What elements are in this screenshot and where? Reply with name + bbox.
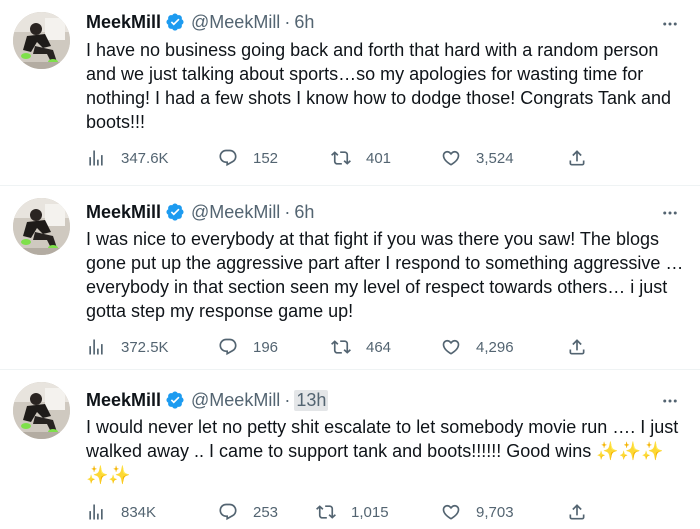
tweet-actions: 372.5K 196 464 4,296 [86,335,606,359]
more-button[interactable] [660,391,680,411]
share-upload-icon [569,150,585,166]
heart-icon [442,339,460,355]
share-button[interactable] [567,335,587,359]
more-dots-icon [663,211,677,215]
like-button[interactable]: 4,296 [441,335,514,359]
timestamp[interactable]: 13h [294,389,329,411]
like-button[interactable]: 3,524 [441,146,514,170]
tweet-text: I was nice to everybody at that fight if… [86,229,689,321]
more-dots-icon [663,22,677,26]
display-name[interactable]: MeekMill [86,12,161,33]
tweet-header: MeekMill @MeekMill · 6h [86,200,314,224]
tweet-text: I have no business going back and forth … [86,40,677,132]
reply-count: 196 [253,338,279,356]
heart-icon [442,504,460,520]
reply-button[interactable]: 196 [218,335,278,359]
speech-bubble-icon [219,149,237,167]
like-button[interactable]: 9,703 [441,500,514,524]
share-upload-icon [569,504,585,520]
retweet-count: 1,015 [351,503,389,521]
verified-badge-icon [166,391,184,409]
heart-icon [442,150,460,166]
tweet-text: I would never let no petty shit escalate… [86,417,684,485]
retweet-count: 464 [366,338,392,356]
views-button[interactable]: 347.6K [86,146,169,170]
separator-dot: · [284,389,291,410]
verified-badge-icon [166,13,184,31]
tweet-header: MeekMill @MeekMill · 13h [86,388,329,412]
avatar[interactable] [13,12,70,69]
reply-button[interactable]: 253 [218,500,278,524]
tweet-actions: 347.6K 152 401 3,524 [86,146,606,170]
user-handle[interactable]: @MeekMill [191,12,280,33]
bar-chart-icon [89,150,103,166]
retweet-arrows-icon [331,340,351,354]
share-button[interactable] [567,500,587,524]
user-handle[interactable]: @MeekMill [191,390,280,411]
share-upload-icon [569,339,585,355]
user-handle[interactable]: @MeekMill [191,202,280,223]
timestamp[interactable]: 6h [294,202,314,223]
views-count: 347.6K [121,149,169,167]
like-count: 3,524 [476,149,514,167]
retweet-arrows-icon [331,151,351,165]
views-count: 372.5K [121,338,169,356]
speech-bubble-icon [219,338,237,356]
separator-dot: · [284,201,291,222]
retweet-count: 401 [366,149,392,167]
tweet[interactable]: MeekMill @MeekMill · 6h I have no busine… [0,0,700,185]
timestamp[interactable]: 6h [294,12,314,33]
share-button[interactable] [567,146,587,170]
avatar[interactable] [13,198,70,255]
retweet-button[interactable]: 464 [331,335,391,359]
reply-count: 152 [253,149,279,167]
retweet-arrows-icon [316,505,336,519]
like-count: 9,703 [476,503,514,521]
display-name[interactable]: MeekMill [86,202,161,223]
display-name[interactable]: MeekMill [86,390,161,411]
avatar-photo [13,382,70,439]
tweet-actions: 834K 253 1,015 9,703 [86,500,606,524]
verified-badge-icon [166,203,184,221]
bar-chart-icon [89,339,103,355]
tweet-header: MeekMill @MeekMill · 6h [86,10,314,34]
views-button[interactable]: 834K [86,500,156,524]
tweet[interactable]: MeekMill @MeekMill · 6h I was nice to ev… [0,186,700,369]
views-count: 834K [121,503,157,521]
like-count: 4,296 [476,338,514,356]
avatar[interactable] [13,382,70,439]
retweet-button[interactable]: 401 [331,146,391,170]
more-dots-icon [663,399,677,403]
more-button[interactable] [660,203,680,223]
reply-button[interactable]: 152 [218,146,278,170]
retweet-button[interactable]: 1,015 [316,500,389,524]
reply-count: 253 [253,503,279,521]
avatar-photo [13,198,70,255]
tweet[interactable]: MeekMill @MeekMill · 13h I would never l… [0,370,700,529]
speech-bubble-icon [219,503,237,521]
avatar-photo [13,12,70,69]
more-button[interactable] [660,14,680,34]
views-button[interactable]: 372.5K [86,335,169,359]
bar-chart-icon [89,504,103,520]
separator-dot: · [284,11,291,32]
